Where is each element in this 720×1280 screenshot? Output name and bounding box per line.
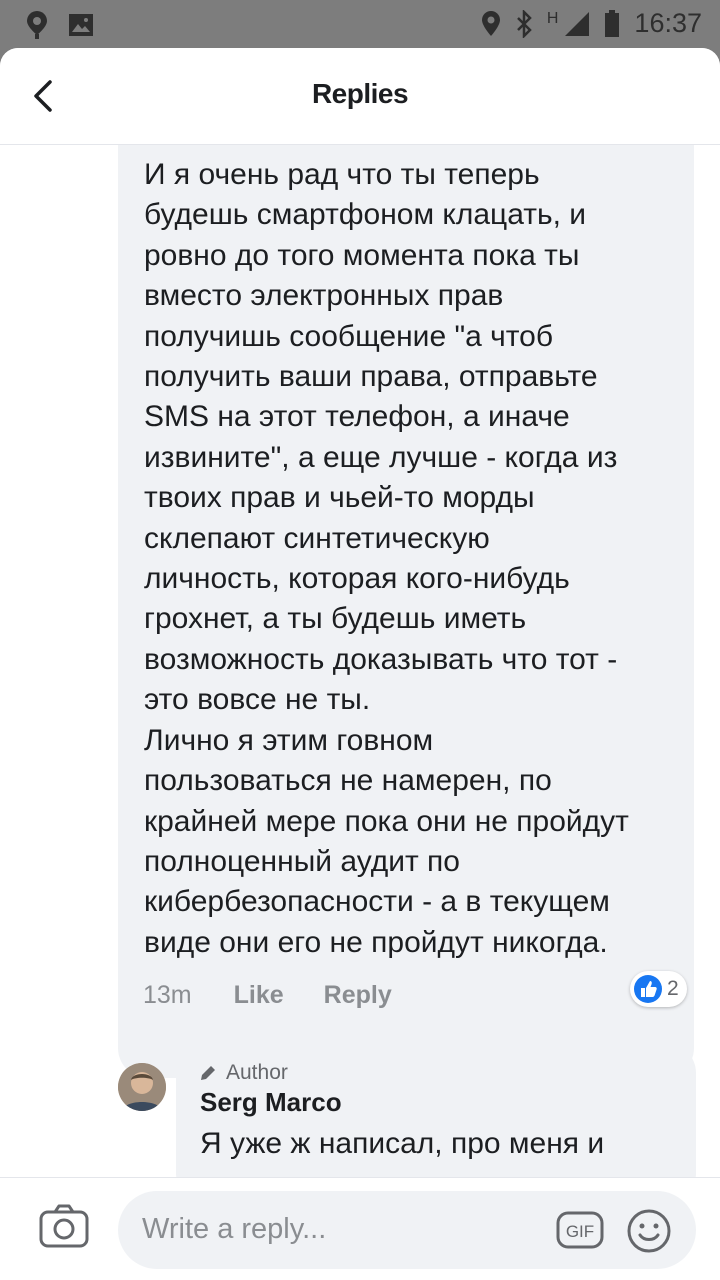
- battery-icon: [605, 9, 620, 37]
- reply-input[interactable]: Write a reply... GIF: [118, 1191, 696, 1269]
- signal-icon: [565, 11, 590, 36]
- comment-actions: 13m Like Reply: [143, 981, 432, 1010]
- avatar-image: [118, 1063, 166, 1111]
- status-bar: H 16:37: [0, 0, 720, 48]
- header: Replies: [0, 48, 720, 145]
- reply-input-placeholder: Write a reply...: [142, 1213, 327, 1245]
- reply-text: Я уже ж написал, про меня и: [200, 1127, 605, 1160]
- reply-bubble: Author Serg Marco Я уже ж написал, про м…: [176, 1043, 696, 1177]
- status-time: 16:37: [634, 8, 702, 38]
- comment-text: И я очень рад что ты теперь будешь смарт…: [144, 158, 629, 959]
- bluetooth-icon: [516, 9, 532, 38]
- camera-icon[interactable]: [38, 1202, 90, 1250]
- emoji-icon[interactable]: [626, 1208, 672, 1254]
- replies-list[interactable]: И я очень рад что ты теперь будешь смарт…: [0, 145, 720, 1177]
- reply-composer: Write a reply... GIF: [0, 1177, 720, 1280]
- avatar[interactable]: [118, 1063, 166, 1111]
- like-reaction-icon: [634, 975, 662, 1003]
- author-badge-label: Author: [226, 1061, 288, 1084]
- like-button[interactable]: Like: [234, 981, 284, 1010]
- location-icon: [481, 10, 500, 36]
- comment-time: 13m: [143, 981, 192, 1009]
- gif-label: GIF: [566, 1222, 594, 1241]
- reply-author-name[interactable]: Serg Marco: [200, 1087, 342, 1118]
- pencil-icon: [201, 1066, 215, 1080]
- gif-button-icon[interactable]: GIF: [556, 1211, 604, 1249]
- network-type-label: H: [546, 9, 559, 27]
- page-title: Replies: [311, 78, 409, 109]
- author-badge: Author: [198, 1061, 288, 1085]
- reply-button[interactable]: Reply: [324, 981, 392, 1010]
- replies-sheet: Replies И я очень рад что ты теперь буде…: [0, 48, 720, 1280]
- reaction-summary[interactable]: 2: [630, 971, 687, 1007]
- location-pin-icon: [27, 11, 47, 39]
- reaction-count: 2: [667, 977, 679, 1000]
- gallery-icon: [69, 14, 93, 36]
